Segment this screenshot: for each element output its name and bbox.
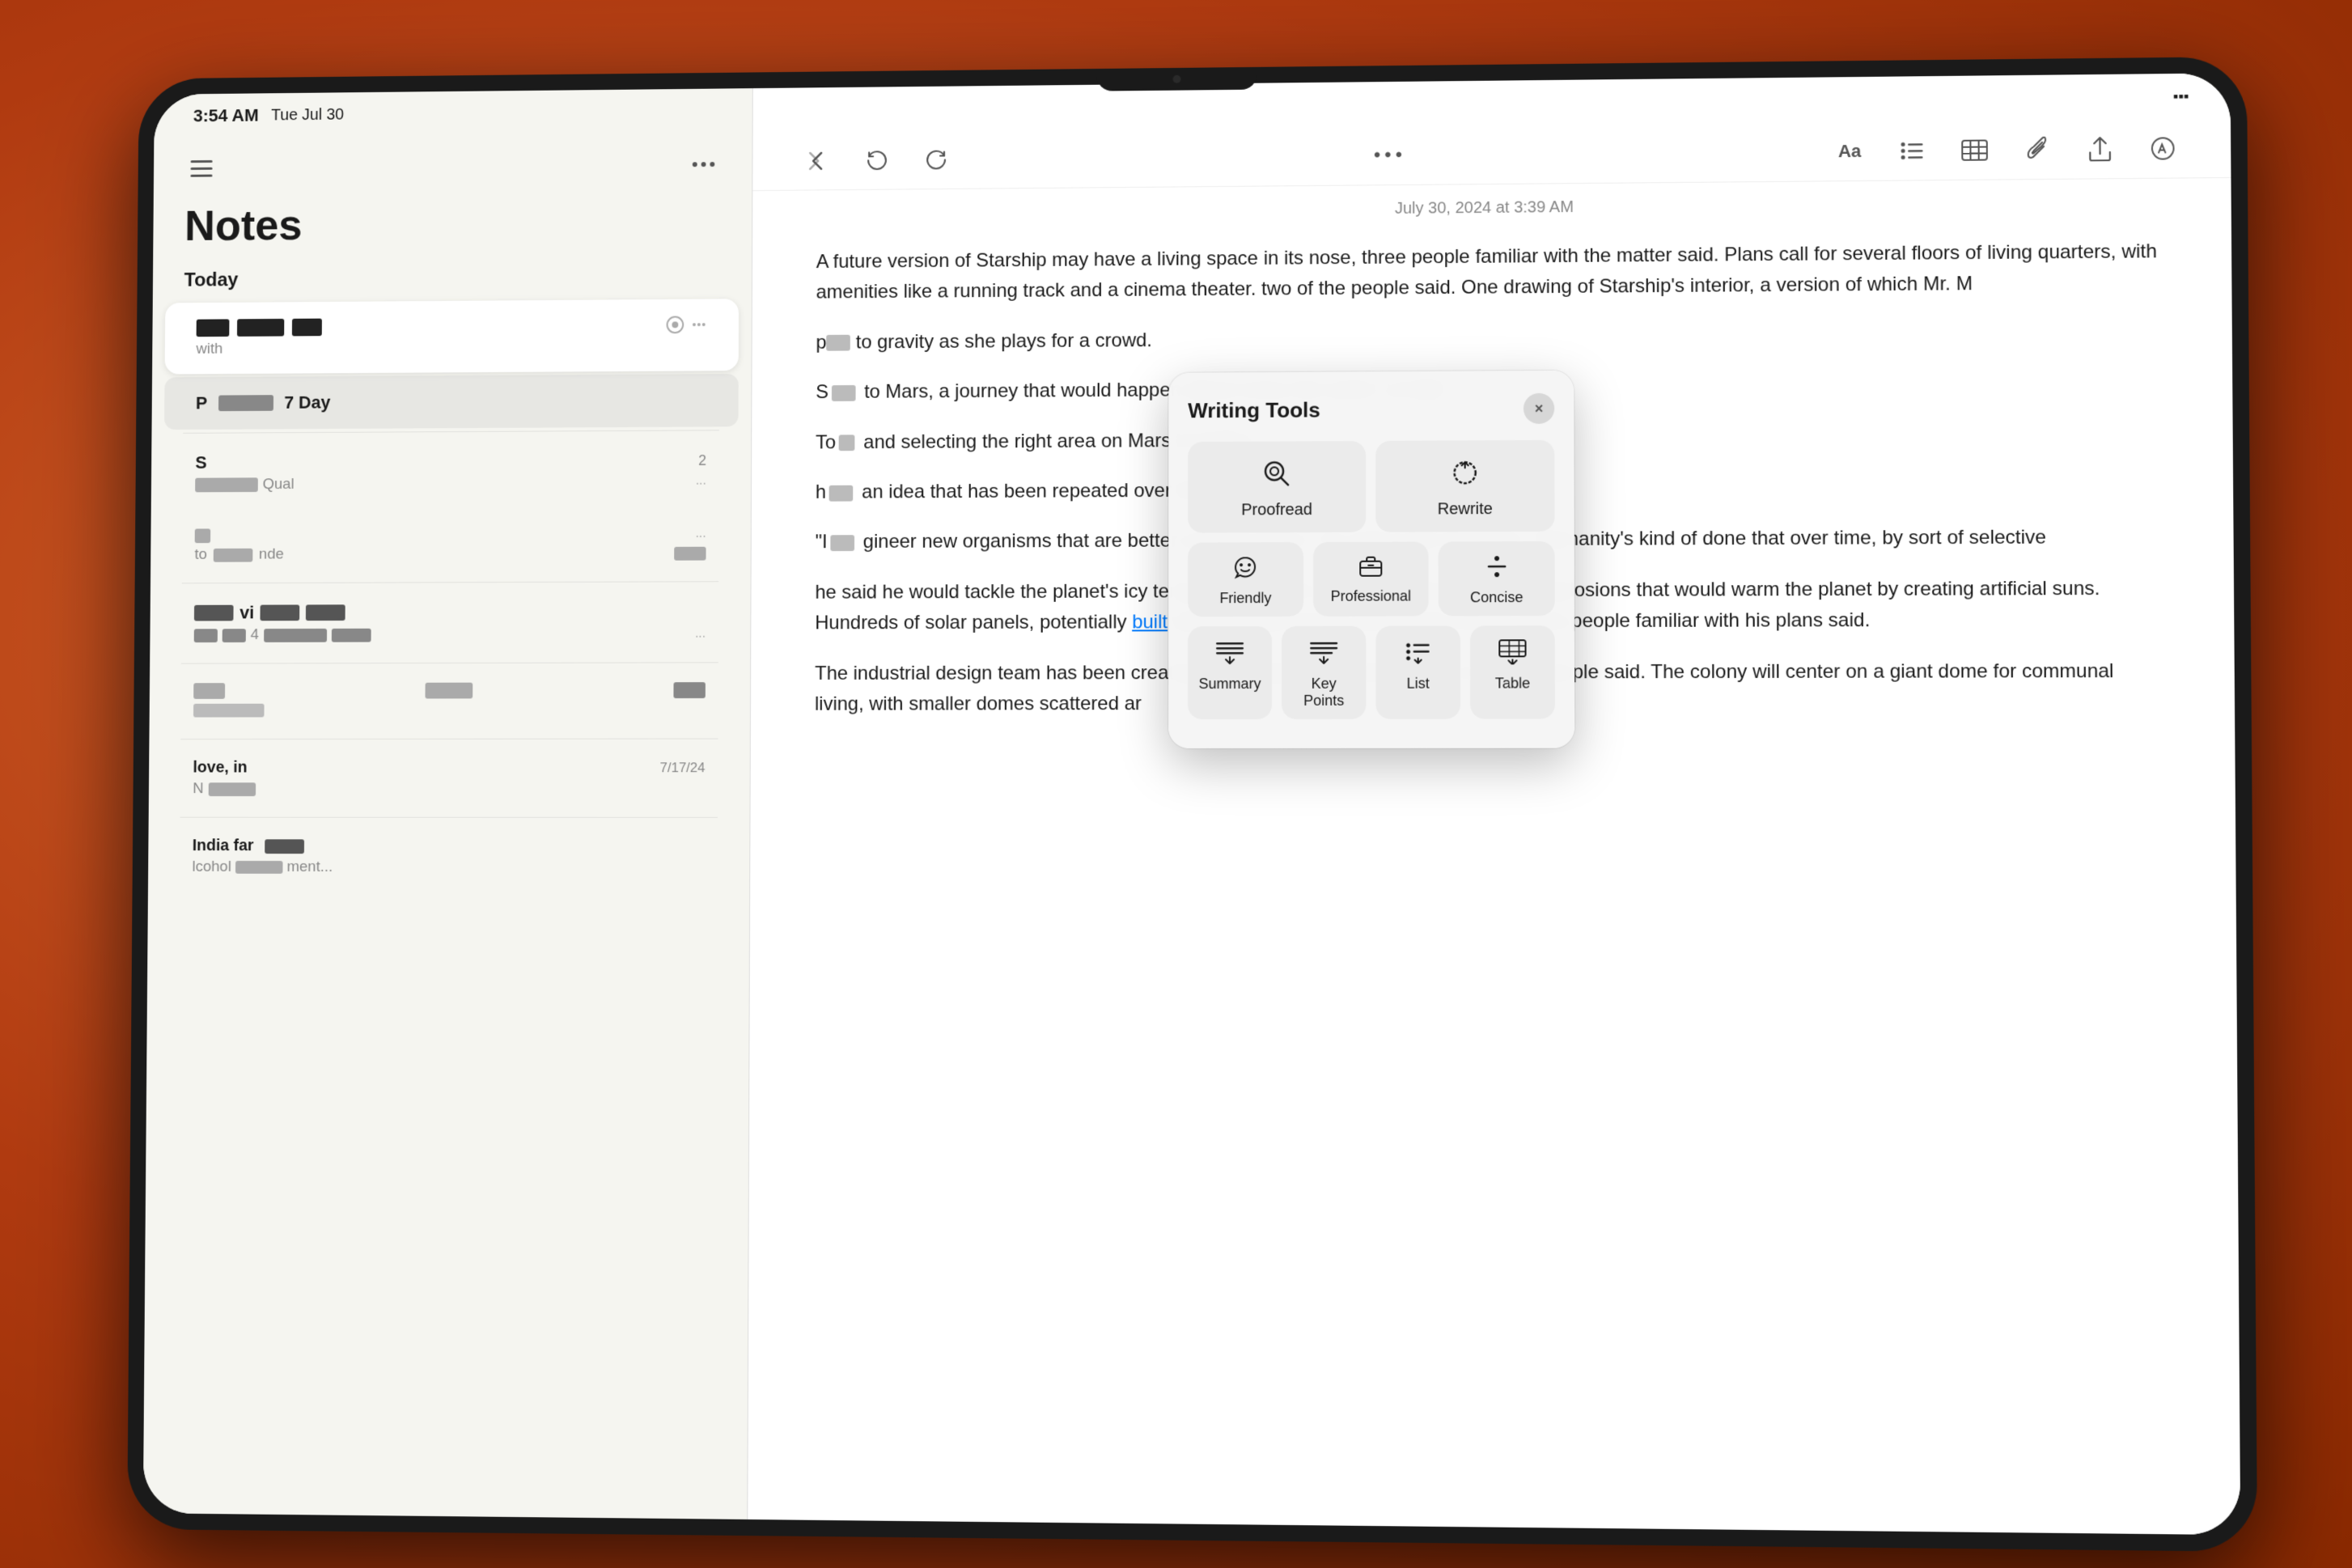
list-format-icon[interactable] <box>1893 133 1930 168</box>
professional-button[interactable]: Professional <box>1312 541 1428 616</box>
camera-dot <box>1172 75 1180 83</box>
more-options-icon[interactable] <box>686 147 719 181</box>
notes-toolbar <box>153 133 752 195</box>
divider-5 <box>180 817 718 818</box>
note-item-1[interactable]: with <box>164 299 739 374</box>
popup-format-row: Summary Key Points <box>1188 625 1555 719</box>
screen: 3:54 AM Tue Jul 30 ▪▪▪ <box>142 73 2240 1535</box>
proofread-icon <box>1262 459 1291 493</box>
popup-title: Writing Tools <box>1188 397 1320 423</box>
note-title-4 <box>194 528 210 543</box>
note-item-4[interactable]: ... to nde <box>163 511 738 579</box>
summary-icon <box>1214 639 1245 669</box>
divider-3 <box>180 662 718 663</box>
notes-section-today: Today <box>152 261 751 300</box>
status-date: Tue Jul 30 <box>271 105 344 124</box>
friendly-label: Friendly <box>1219 590 1271 607</box>
concise-label: Concise <box>1470 589 1524 606</box>
table-icon[interactable] <box>1956 132 1993 167</box>
note-item-6[interactable] <box>162 666 737 735</box>
wifi-icon: ▪▪▪ <box>2172 87 2189 104</box>
note-paragraph-1: A future version of Starship may have a … <box>816 236 2165 308</box>
note-preview-5: 4 ... <box>193 625 706 644</box>
note-preview-3: Qual ... <box>195 474 706 494</box>
note-meta-3: 2 <box>698 452 706 469</box>
note-preview-8: lcohol ment... <box>192 858 705 876</box>
note-preview-7: N <box>193 780 705 798</box>
attachment-icon[interactable] <box>2019 132 2055 168</box>
font-icon[interactable]: Aa <box>1831 133 1867 169</box>
note-meta-4: ... <box>695 527 706 541</box>
rewrite-button[interactable]: Rewrite <box>1375 440 1554 532</box>
table-button[interactable]: Table <box>1469 625 1554 719</box>
friendly-icon <box>1233 555 1257 583</box>
writing-tools-icon[interactable] <box>2144 130 2180 167</box>
share-icon[interactable] <box>2081 131 2117 167</box>
note-item-8[interactable]: India far lcohol ment... <box>160 821 736 893</box>
list-label: List <box>1406 676 1429 693</box>
note-item-3[interactable]: S 2 Qual ... <box>163 434 738 510</box>
status-left: 3:54 AM Tue Jul 30 <box>193 104 343 126</box>
divider-4 <box>180 739 718 740</box>
note-title-2: P 7 Day <box>195 392 330 413</box>
summary-button[interactable]: Summary <box>1188 626 1272 719</box>
built-link[interactable]: built <box>1132 612 1168 634</box>
popup-header: Writing Tools × <box>1188 393 1554 426</box>
sidebar-toggle-icon[interactable] <box>184 152 218 185</box>
note-item-2[interactable]: P 7 Day <box>163 374 738 430</box>
writing-tools-popup: Writing Tools × Proofread <box>1168 371 1574 748</box>
note-toolbar-dots: ••• <box>1373 144 1405 167</box>
key-points-label: Key Points <box>1291 676 1356 710</box>
note-title-8: India far <box>192 837 303 855</box>
note-preview-6 <box>193 701 705 720</box>
camera-bar <box>1096 67 1257 91</box>
rewrite-icon <box>1450 458 1479 492</box>
note-item-7[interactable]: love, in 7/17/24 N <box>161 742 737 813</box>
table-label: Table <box>1494 675 1529 692</box>
note-item-5[interactable]: vi 4 ... <box>162 585 737 660</box>
professional-icon <box>1358 555 1383 582</box>
popup-close-button[interactable]: × <box>1523 393 1553 424</box>
friendly-button[interactable]: Friendly <box>1188 542 1303 617</box>
popup-main-row: Proofread Rewrite <box>1188 440 1554 533</box>
note-preview-4: to nde <box>194 545 706 564</box>
undo-icon[interactable] <box>859 142 895 178</box>
list-icon <box>1405 639 1430 669</box>
note-meta-7: 7/17/24 <box>659 760 705 776</box>
tablet-frame: 3:54 AM Tue Jul 30 ▪▪▪ <box>127 57 2257 1552</box>
note-toolbar-left <box>800 142 953 179</box>
key-points-button[interactable]: Key Points <box>1282 626 1366 719</box>
concise-button[interactable]: Concise <box>1438 541 1554 617</box>
popup-tone-row: Friendly Professional <box>1188 541 1555 617</box>
back-arrow-icon[interactable] <box>800 143 835 179</box>
redo-icon[interactable] <box>918 142 954 178</box>
status-right: ▪▪▪ <box>2172 87 2189 104</box>
list-button[interactable]: List <box>1375 625 1460 718</box>
notes-title: Notes <box>153 190 752 265</box>
note-title-3: S <box>195 452 206 473</box>
key-points-icon <box>1308 639 1339 669</box>
note-title-7: love, in <box>193 759 247 778</box>
proofread-button[interactable]: Proofread <box>1188 441 1366 533</box>
table-icon-popup <box>1498 638 1527 668</box>
note-title-5: vi <box>193 602 345 623</box>
professional-label: Professional <box>1330 588 1410 605</box>
summary-label: Summary <box>1198 676 1261 693</box>
note-content-panel: ••• Aa <box>748 73 2240 1535</box>
notes-panel: Notes Today with <box>142 88 752 1519</box>
note-paragraph-2: p to gravity as she plays for a crowd. <box>816 319 2166 358</box>
note-toolbar-right: Aa <box>1831 130 2180 169</box>
note-preview-1: with <box>196 337 706 358</box>
note-title-1 <box>196 319 321 337</box>
proofread-label: Proofread <box>1241 501 1312 519</box>
divider-1 <box>183 430 719 434</box>
concise-icon <box>1484 554 1508 583</box>
note-meta-1 <box>665 315 706 334</box>
status-time: 3:54 AM <box>193 105 258 126</box>
divider-2 <box>181 581 718 583</box>
rewrite-label: Rewrite <box>1437 500 1492 519</box>
